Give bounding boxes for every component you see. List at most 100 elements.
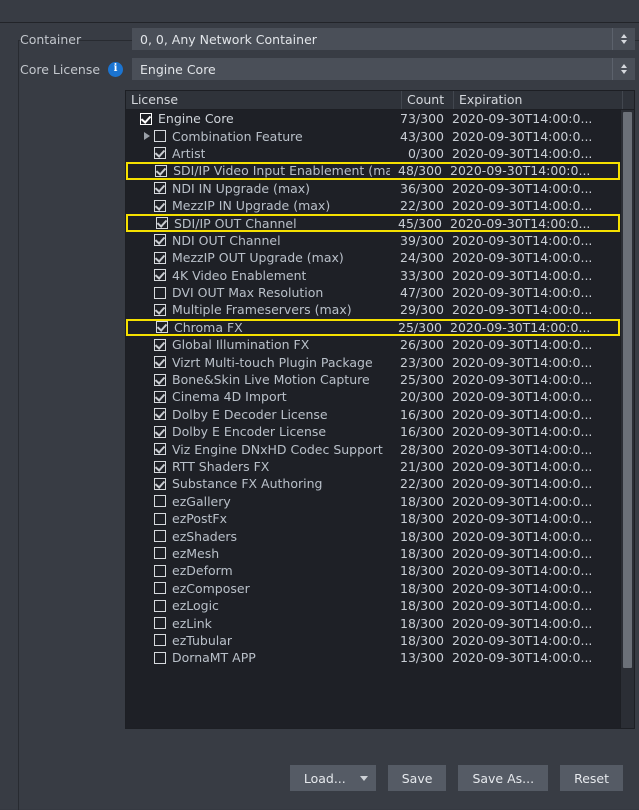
license-checkbox[interactable] [154,200,166,212]
license-checkbox[interactable] [154,147,166,159]
table-row[interactable]: Engine Core73/3002020-09-30T14:00:0... [126,110,620,127]
table-row[interactable]: MezzIP OUT Upgrade (max)24/3002020-09-30… [126,249,620,266]
table-row[interactable]: Substance FX Authoring22/3002020-09-30T1… [126,475,620,492]
license-expiration: 2020-09-30T14:00:0... [448,650,620,665]
column-header-count[interactable]: Count [402,91,454,109]
scrollbar-thumb[interactable] [623,112,632,668]
license-checkbox[interactable] [154,304,166,316]
license-name-cell: ezMesh [126,546,392,561]
license-checkbox[interactable] [156,321,168,333]
container-select[interactable]: 0, 0, Any Network Container [132,28,635,50]
reset-button[interactable]: Reset [560,765,623,791]
license-name: ezLink [166,616,212,631]
license-count: 36/300 [392,181,448,196]
license-checkbox[interactable] [154,547,166,559]
license-checkbox[interactable] [154,391,166,403]
table-row[interactable]: Bone&Skin Live Motion Capture25/3002020-… [126,371,620,388]
table-row[interactable]: ezComposer18/3002020-09-30T14:00:0... [126,580,620,597]
license-name: Dolby E Decoder License [166,407,328,422]
license-name-cell: Dolby E Encoder License [126,424,392,439]
core-license-row: Core License Engine Core [20,58,635,80]
license-checkbox[interactable] [154,600,166,612]
license-checkbox[interactable] [154,565,166,577]
table-row[interactable]: DVI OUT Max Resolution47/3002020-09-30T1… [126,284,620,301]
table-row[interactable]: SDI/IP Video Input Enablement (max)48/30… [126,162,620,179]
core-license-select[interactable]: Engine Core [132,58,635,80]
table-row[interactable]: Chroma FX25/3002020-09-30T14:00:0... [126,319,620,336]
table-row[interactable]: Combination Feature43/3002020-09-30T14:0… [126,127,620,144]
table-row[interactable]: SDI/IP OUT Channel45/3002020-09-30T14:00… [126,214,620,231]
info-icon[interactable] [108,62,123,77]
license-checkbox[interactable] [154,443,166,455]
vertical-scrollbar[interactable] [620,110,634,728]
save-button[interactable]: Save [388,765,447,791]
table-row[interactable]: MezzIP IN Upgrade (max)22/3002020-09-30T… [126,197,620,214]
table-row[interactable]: Vizrt Multi-touch Plugin Package23/30020… [126,353,620,370]
license-checkbox[interactable] [155,165,167,177]
license-checkbox[interactable] [154,182,166,194]
table-body: Engine Core73/3002020-09-30T14:00:0...Co… [126,110,634,728]
license-checkbox[interactable] [154,617,166,629]
license-checkbox[interactable] [154,234,166,246]
license-name-cell: Cinema 4D Import [126,389,392,404]
license-name-cell: MezzIP IN Upgrade (max) [126,198,392,213]
table-row[interactable]: Global Illumination FX26/3002020-09-30T1… [126,336,620,353]
license-name-cell: DVI OUT Max Resolution [126,285,392,300]
column-header-expiration[interactable]: Expiration [454,91,622,109]
table-row[interactable]: Dolby E Decoder License16/3002020-09-30T… [126,406,620,423]
license-checkbox[interactable] [154,652,166,664]
license-checkbox[interactable] [154,634,166,646]
table-row[interactable]: DornaMT APP13/3002020-09-30T14:00:0... [126,649,620,666]
license-count: 43/300 [392,129,448,144]
license-checkbox[interactable] [154,408,166,420]
license-checkbox[interactable] [154,530,166,542]
license-name-cell: ezPostFx [126,511,392,526]
license-name: ezTubular [166,633,232,648]
license-checkbox[interactable] [154,339,166,351]
table-row[interactable]: ezDeform18/3002020-09-30T14:00:0... [126,562,620,579]
expand-triangle-icon[interactable] [140,132,154,140]
license-checkbox[interactable] [154,461,166,473]
license-checkbox[interactable] [154,130,166,142]
table-row[interactable]: Viz Engine DNxHD Codec Support28/3002020… [126,440,620,457]
table-row[interactable]: ezTubular18/3002020-09-30T14:00:0... [126,632,620,649]
save-as-button[interactable]: Save As... [458,765,548,791]
load-button[interactable]: Load... [290,765,376,791]
license-checkbox[interactable] [156,217,168,229]
license-checkbox[interactable] [154,374,166,386]
license-checkbox[interactable] [154,356,166,368]
table-row[interactable]: ezPostFx18/3002020-09-30T14:00:0... [126,510,620,527]
chevron-down-icon[interactable] [360,776,368,781]
window-divider [0,22,639,23]
table-row[interactable]: ezLink18/3002020-09-30T14:00:0... [126,614,620,631]
license-name: 4K Video Enablement [166,268,306,283]
table-row[interactable]: Artist0/3002020-09-30T14:00:0... [126,145,620,162]
table-row[interactable]: ezShaders18/3002020-09-30T14:00:0... [126,527,620,544]
table-row[interactable]: Multiple Frameservers (max)29/3002020-09… [126,301,620,318]
license-checkbox[interactable] [154,287,166,299]
license-expiration: 2020-09-30T14:00:0... [448,250,620,265]
license-checkbox[interactable] [154,582,166,594]
license-count: 18/300 [392,633,448,648]
container-spinner[interactable] [612,28,635,50]
license-checkbox[interactable] [154,269,166,281]
license-checkbox[interactable] [154,426,166,438]
table-row[interactable]: Cinema 4D Import20/3002020-09-30T14:00:0… [126,388,620,405]
column-header-license[interactable]: License [126,91,402,109]
license-checkbox[interactable] [140,113,152,125]
license-count: 73/300 [392,111,448,126]
license-checkbox[interactable] [154,513,166,525]
table-row[interactable]: ezLogic18/3002020-09-30T14:00:0... [126,597,620,614]
table-row[interactable]: NDI OUT Channel39/3002020-09-30T14:00:0.… [126,232,620,249]
core-license-spinner[interactable] [612,58,635,80]
table-row[interactable]: 4K Video Enablement33/3002020-09-30T14:0… [126,267,620,284]
table-row[interactable]: RTT Shaders FX21/3002020-09-30T14:00:0..… [126,458,620,475]
license-checkbox[interactable] [154,495,166,507]
table-row[interactable]: Dolby E Encoder License16/3002020-09-30T… [126,423,620,440]
license-checkbox[interactable] [154,252,166,264]
table-row[interactable]: ezGallery18/3002020-09-30T14:00:0... [126,493,620,510]
table-row[interactable]: NDI IN Upgrade (max)36/3002020-09-30T14:… [126,180,620,197]
table-row[interactable]: ezMesh18/3002020-09-30T14:00:0... [126,545,620,562]
license-checkbox[interactable] [154,478,166,490]
form-section: Container 0, 0, Any Network Container Co… [20,28,635,88]
